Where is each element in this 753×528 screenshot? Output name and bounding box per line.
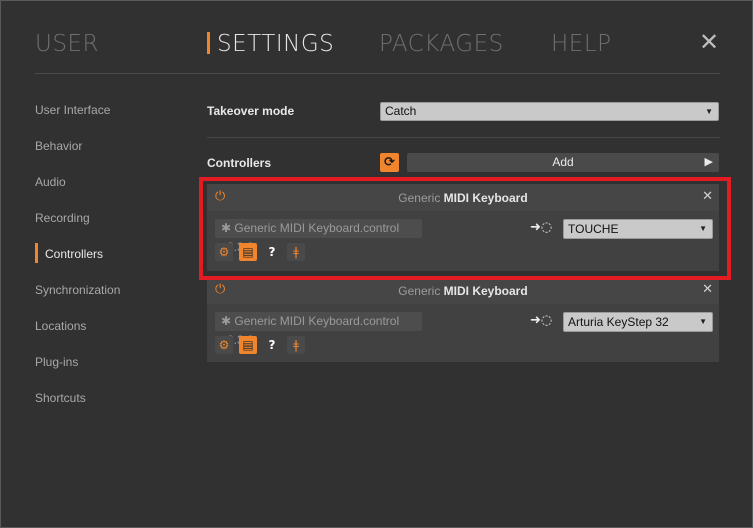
gear-icon[interactable]: ⚙ — [215, 243, 233, 261]
add-controller-button[interactable]: Add ▶ — [407, 153, 719, 172]
takeover-mode-select[interactable]: Catch ▼ — [380, 102, 719, 121]
tab-help[interactable]: HELP — [551, 31, 612, 57]
puzzle-icon: ✱ — [221, 221, 232, 235]
sidebar-item-synchronization[interactable]: Synchronization — [35, 283, 120, 297]
sidebar-item-user-interface[interactable]: User Interface — [35, 103, 110, 117]
controller-name: MIDI Keyboard — [443, 191, 528, 205]
puzzle-icon: ✱ — [221, 314, 232, 328]
tab-user[interactable]: USER — [35, 31, 99, 57]
dropdown-arrow-icon: ▼ — [699, 317, 707, 326]
controller-script-field[interactable]: ✱ Generic MIDI Keyboard.control v2.3.3 — [215, 219, 422, 254]
gear-icon[interactable]: ⚙ — [215, 336, 233, 354]
chat-icon[interactable]: ▤ — [239, 243, 257, 261]
midi-input-port-icon: ➜◌ — [530, 220, 553, 235]
controller-card-header: ⏻ Generic MIDI Keyboard ✕ — [207, 184, 719, 211]
midi-port-value: TOUCHE — [568, 222, 619, 236]
controller-card: ⏻ Generic MIDI Keyboard ✕ ✱ Generic MIDI… — [207, 277, 719, 362]
play-arrow-icon: ▶ — [704, 156, 713, 168]
close-icon[interactable]: ✕ — [698, 30, 720, 54]
controller-card: ⏻ Generic MIDI Keyboard ✕ ✱ Generic MIDI… — [207, 184, 719, 271]
remove-controller-icon[interactable]: ✕ — [702, 189, 713, 204]
sidebar-item-behavior[interactable]: Behavior — [35, 139, 82, 153]
controllers-label: Controllers — [207, 156, 272, 170]
chat-icon[interactable]: ▤ — [239, 336, 257, 354]
takeover-mode-value: Catch — [385, 104, 417, 118]
tab-packages[interactable]: PACKAGES — [379, 31, 504, 57]
controller-script-field[interactable]: ✱ Generic MIDI Keyboard.control v2.3.3 — [215, 312, 422, 347]
controller-vendor: Generic — [398, 284, 441, 298]
sidebar-item-recording[interactable]: Recording — [35, 211, 90, 225]
refresh-controllers-icon[interactable]: ⟳ — [380, 153, 399, 172]
midi-input-port-icon: ➜◌ — [530, 313, 553, 328]
takeover-mode-label: Takeover mode — [207, 104, 295, 118]
section-divider — [207, 137, 720, 138]
dropdown-arrow-icon: ▼ — [705, 107, 713, 116]
sidebar-item-audio[interactable]: Audio — [35, 175, 66, 189]
pin-icon[interactable]: ǂ — [287, 243, 305, 261]
settings-window: USER SETTINGS PACKAGES HELP ✕ User Inter… — [0, 0, 753, 528]
help-icon[interactable]: ? — [263, 336, 281, 354]
remove-controller-icon[interactable]: ✕ — [702, 282, 713, 297]
sidebar-item-plug-ins[interactable]: Plug-ins — [35, 355, 78, 369]
sidebar-item-controllers[interactable]: Controllers — [45, 247, 103, 261]
midi-port-value: Arturia KeyStep 32 — [568, 315, 669, 329]
controller-card-title: Generic MIDI Keyboard — [207, 191, 719, 205]
active-tab-indicator — [207, 32, 210, 54]
controller-vendor: Generic — [398, 191, 441, 205]
header-divider — [35, 73, 720, 74]
pin-icon[interactable]: ǂ — [287, 336, 305, 354]
tab-settings[interactable]: SETTINGS — [217, 31, 334, 57]
controller-card-header: ⏻ Generic MIDI Keyboard ✕ — [207, 277, 719, 304]
controller-card-title: Generic MIDI Keyboard — [207, 284, 719, 298]
sidebar-item-locations[interactable]: Locations — [35, 319, 86, 333]
midi-port-select[interactable]: TOUCHE ▼ — [563, 219, 713, 239]
sidebar-active-indicator — [35, 243, 38, 263]
dropdown-arrow-icon: ▼ — [699, 224, 707, 233]
help-icon[interactable]: ? — [263, 243, 281, 261]
sidebar-item-shortcuts[interactable]: Shortcuts — [35, 391, 86, 405]
controller-name: MIDI Keyboard — [443, 284, 528, 298]
midi-port-select[interactable]: Arturia KeyStep 32 ▼ — [563, 312, 713, 332]
add-label: Add — [552, 155, 574, 169]
